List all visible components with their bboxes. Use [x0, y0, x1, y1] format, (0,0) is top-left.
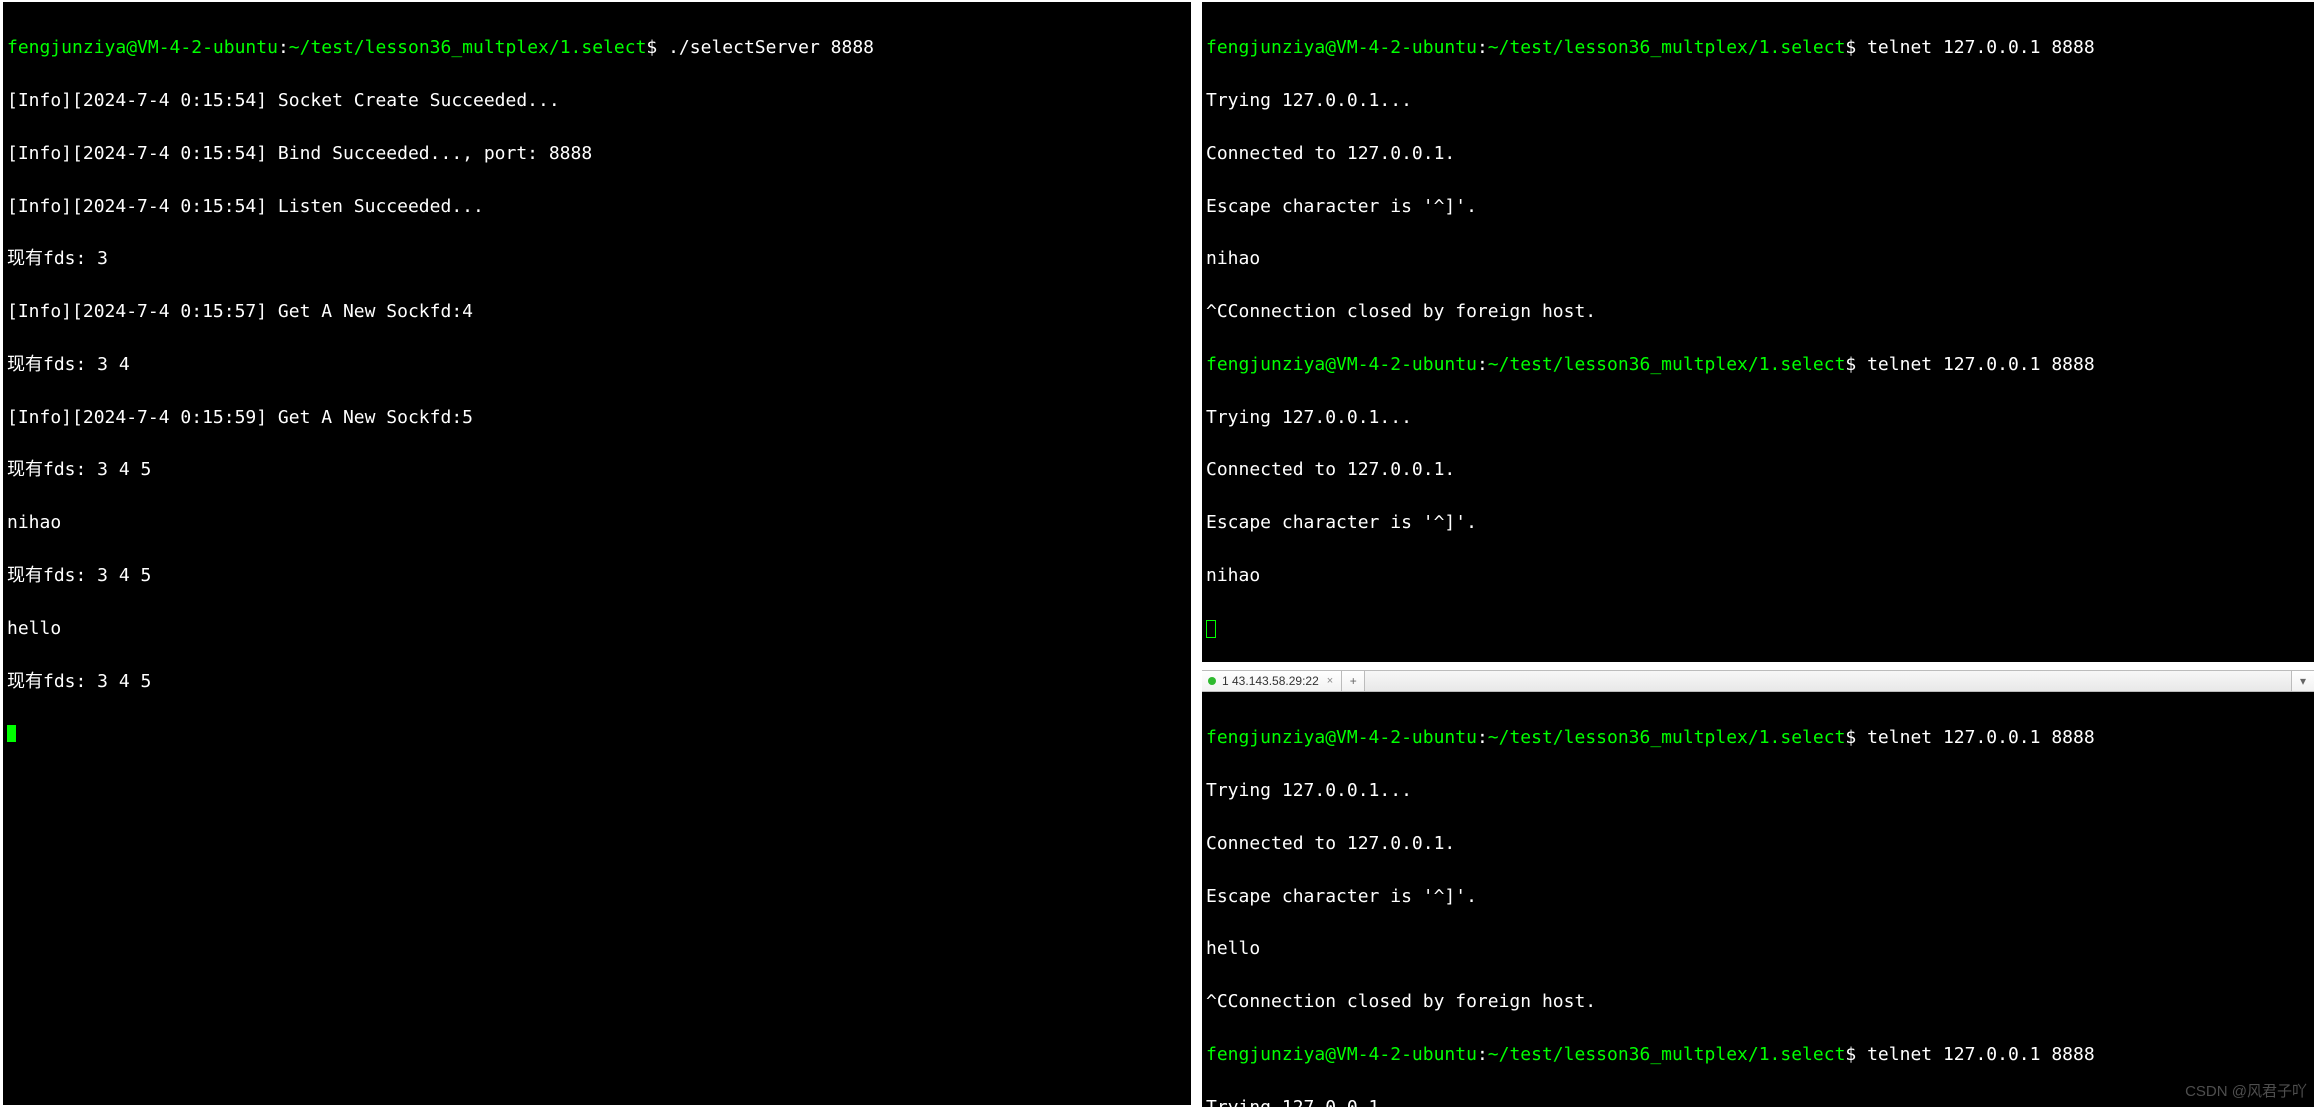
- prompt-path: ~/test/lesson36_multplex/1.select: [1488, 1044, 1846, 1065]
- prompt-user: fengjunziya@VM-4-2-ubuntu: [1206, 727, 1477, 748]
- output-line: Connected to 127.0.0.1.: [1206, 461, 2310, 479]
- output-line: Trying 127.0.0.1...: [1206, 409, 2310, 427]
- window-layout: fengjunziya@VM-4-2-ubuntu:~/test/lesson3…: [0, 0, 2317, 1107]
- output-line: Connected to 127.0.0.1.: [1206, 835, 2310, 853]
- output-line: [Info][2024-7-4 0:15:54] Listen Succeede…: [7, 198, 1187, 216]
- output-line: Escape character is '^]'.: [1206, 514, 2310, 532]
- cursor-icon: [1206, 620, 1216, 638]
- output-line: ^CConnection closed by foreign host.: [1206, 303, 2310, 321]
- output-line: Trying 127.0.0.1...: [1206, 1099, 2310, 1107]
- command-text: telnet 127.0.0.1 8888: [1867, 1044, 2095, 1065]
- tab-label: 1 43.143.58.29:22: [1222, 671, 1319, 691]
- prompt-path: ~/test/lesson36_multplex/1.select: [1488, 354, 1846, 375]
- output-line: nihao: [7, 514, 1187, 532]
- output-line: Escape character is '^]'.: [1206, 888, 2310, 906]
- output-line: 现有fds: 3: [7, 250, 1187, 268]
- tab-add-button[interactable]: +: [1342, 671, 1365, 691]
- output-line: ^CConnection closed by foreign host.: [1206, 993, 2310, 1011]
- terminal-left[interactable]: fengjunziya@VM-4-2-ubuntu:~/test/lesson3…: [3, 2, 1191, 1105]
- output-line: [Info][2024-7-4 0:15:59] Get A New Sockf…: [7, 409, 1187, 427]
- terminal-right-bottom-wrap: 1 43.143.58.29:22 × + ▾ fengjunziya@VM-4…: [1202, 670, 2314, 1107]
- output-line: hello: [1206, 940, 2310, 958]
- output-line: [Info][2024-7-4 0:15:54] Bind Succeeded.…: [7, 145, 1187, 163]
- watermark-text: CSDN @风君子吖: [2185, 1080, 2307, 1101]
- cursor-icon: [7, 725, 16, 742]
- terminal-left-output: fengjunziya@VM-4-2-ubuntu:~/test/lesson3…: [3, 2, 1191, 783]
- output-line: Trying 127.0.0.1...: [1206, 782, 2310, 800]
- output-line: 现有fds: 3 4: [7, 356, 1187, 374]
- prompt-user: fengjunziya@VM-4-2-ubuntu: [1206, 37, 1477, 58]
- prompt-user: fengjunziya@VM-4-2-ubuntu: [7, 37, 278, 58]
- output-line: [Info][2024-7-4 0:15:57] Get A New Sockf…: [7, 303, 1187, 321]
- tab-bar: 1 43.143.58.29:22 × + ▾: [1202, 670, 2314, 692]
- prompt-path: ~/test/lesson36_multplex/1.select: [289, 37, 647, 58]
- tab-session[interactable]: 1 43.143.58.29:22 ×: [1202, 671, 1342, 691]
- command-text: ./selectServer 8888: [668, 37, 874, 58]
- terminal-rt-output: fengjunziya@VM-4-2-ubuntu:~/test/lesson3…: [1202, 2, 2314, 679]
- output-line: hello: [7, 620, 1187, 638]
- tabbar-menu-icon[interactable]: ▾: [2291, 671, 2314, 691]
- terminal-right-top[interactable]: fengjunziya@VM-4-2-ubuntu:~/test/lesson3…: [1202, 2, 2314, 662]
- tab-close-icon[interactable]: ×: [1325, 671, 1335, 691]
- output-line: nihao: [1206, 567, 2310, 585]
- prompt-user: fengjunziya@VM-4-2-ubuntu: [1206, 1044, 1477, 1065]
- tabbar-spacer: [1365, 671, 2291, 691]
- command-text: telnet 127.0.0.1 8888: [1867, 727, 2095, 748]
- output-line: [Info][2024-7-4 0:15:54] Socket Create S…: [7, 92, 1187, 110]
- connection-status-icon: [1208, 677, 1216, 685]
- output-line: 现有fds: 3 4 5: [7, 461, 1187, 479]
- output-line: nihao: [1206, 250, 2310, 268]
- terminal-right-bottom[interactable]: fengjunziya@VM-4-2-ubuntu:~/test/lesson3…: [1202, 692, 2314, 1107]
- output-line: Connected to 127.0.0.1.: [1206, 145, 2310, 163]
- prompt-path: ~/test/lesson36_multplex/1.select: [1488, 37, 1846, 58]
- command-text: telnet 127.0.0.1 8888: [1867, 354, 2095, 375]
- output-line: Escape character is '^]'.: [1206, 198, 2310, 216]
- output-line: Trying 127.0.0.1...: [1206, 92, 2310, 110]
- command-text: telnet 127.0.0.1 8888: [1867, 37, 2095, 58]
- output-line: 现有fds: 3 4 5: [7, 673, 1187, 691]
- prompt-path: ~/test/lesson36_multplex/1.select: [1488, 727, 1846, 748]
- output-line: 现有fds: 3 4 5: [7, 567, 1187, 585]
- terminal-rb-output: fengjunziya@VM-4-2-ubuntu:~/test/lesson3…: [1202, 692, 2314, 1107]
- prompt-user: fengjunziya@VM-4-2-ubuntu: [1206, 354, 1477, 375]
